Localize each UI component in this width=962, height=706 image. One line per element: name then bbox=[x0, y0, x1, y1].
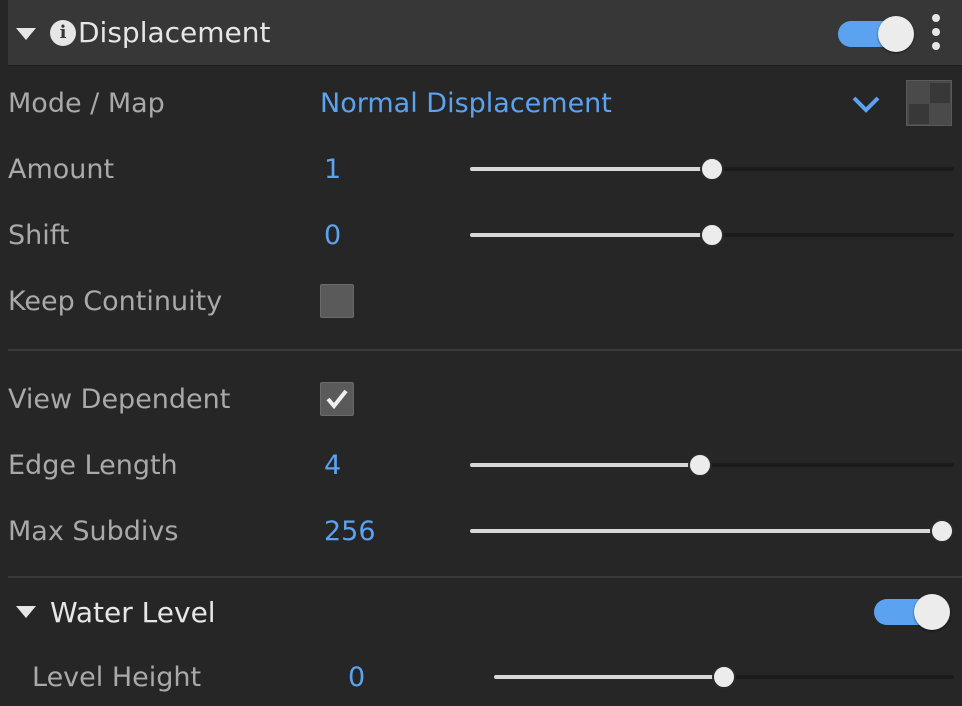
water-level-toggle[interactable] bbox=[874, 594, 950, 630]
amount-label: Amount bbox=[8, 154, 115, 185]
edge-length-label: Edge Length bbox=[8, 450, 178, 481]
collapse-triangle-icon[interactable] bbox=[16, 28, 36, 40]
toggle-knob bbox=[878, 16, 914, 52]
collapse-triangle-icon[interactable] bbox=[16, 606, 36, 618]
shift-value[interactable]: 0 bbox=[324, 218, 341, 254]
keep-continuity-checkbox[interactable] bbox=[320, 284, 354, 318]
checker-map-icon[interactable] bbox=[906, 80, 952, 126]
max-subdivs-label: Max Subdivs bbox=[8, 516, 179, 547]
mode-map-label: Mode / Map bbox=[8, 88, 165, 119]
edge-length-slider[interactable] bbox=[470, 452, 954, 478]
chevron-down-icon[interactable] bbox=[852, 94, 880, 114]
level-height-label: Level Height bbox=[32, 662, 202, 693]
slider-thumb[interactable] bbox=[688, 453, 712, 477]
view-dependent-label: View Dependent bbox=[8, 384, 231, 415]
max-subdivs-slider[interactable] bbox=[470, 518, 954, 544]
displacement-panel: i Displacement Mode / Map Normal Displac… bbox=[0, 0, 962, 706]
section-enable-toggle[interactable] bbox=[838, 16, 914, 52]
divider bbox=[8, 349, 962, 351]
slider-thumb[interactable] bbox=[930, 519, 954, 543]
view-dependent-checkbox[interactable] bbox=[320, 382, 354, 416]
water-level-title: Water Level bbox=[50, 596, 216, 629]
level-height-slider[interactable] bbox=[494, 664, 954, 690]
shift-label: Shift bbox=[8, 220, 70, 251]
kebab-menu-icon[interactable] bbox=[930, 14, 940, 50]
divider bbox=[8, 576, 962, 578]
slider-thumb[interactable] bbox=[712, 665, 736, 689]
section-header[interactable]: i Displacement bbox=[8, 0, 962, 66]
checkmark-icon bbox=[326, 389, 348, 410]
section-title: Displacement bbox=[78, 16, 271, 49]
level-height-value[interactable]: 0 bbox=[348, 660, 365, 696]
slider-thumb[interactable] bbox=[700, 223, 724, 247]
keep-continuity-label: Keep Continuity bbox=[8, 286, 223, 317]
edge-length-value[interactable]: 4 bbox=[324, 448, 341, 484]
mode-dropdown-value[interactable]: Normal Displacement bbox=[320, 86, 612, 122]
amount-value[interactable]: 1 bbox=[324, 152, 341, 188]
shift-slider[interactable] bbox=[470, 222, 954, 248]
amount-slider[interactable] bbox=[470, 156, 954, 182]
max-subdivs-value[interactable]: 256 bbox=[324, 514, 376, 550]
slider-thumb[interactable] bbox=[700, 157, 724, 181]
toggle-knob bbox=[914, 594, 950, 630]
info-icon[interactable]: i bbox=[50, 20, 76, 46]
